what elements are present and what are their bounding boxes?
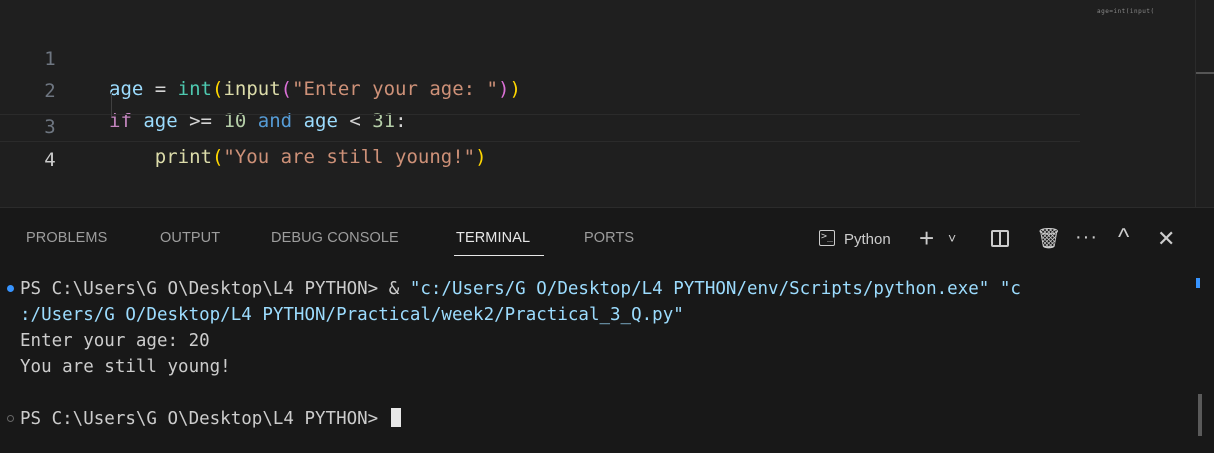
code-text[interactable]: print("You are still young!") [109, 142, 487, 172]
terminal-text: "c:/Users/G O/Desktop/L4 PYTHON/env/Scri… [409, 279, 1021, 299]
terminal-line: PS C:\Users\G O\Desktop\L4 PYTHON> & "c:… [20, 278, 1021, 300]
code-line[interactable]: 1 age = int(input("Enter your age: ")) [0, 14, 1080, 100]
terminal-line: Enter your age: 20 [20, 330, 210, 352]
code-token: ) [475, 146, 487, 168]
code-line[interactable]: 3 print("You are still young!") [0, 82, 1080, 168]
editor-scrollbar[interactable] [1195, 0, 1196, 207]
terminal-text: You are still young! [20, 357, 231, 377]
tab-debug-console[interactable]: DEBUG CONSOLE [271, 230, 399, 246]
trash-icon[interactable]: 🗑 [1036, 226, 1061, 251]
terminal-line: :/Users/G O/Desktop/L4 PYTHON/Practical/… [20, 304, 684, 326]
tab-ports[interactable]: PORTS [584, 230, 634, 246]
more-actions-icon[interactable]: ··· [1075, 226, 1098, 249]
terminal-line: You are still young! [20, 356, 231, 378]
indent-guide [111, 92, 112, 116]
terminal-scrollbar[interactable] [1198, 394, 1202, 436]
terminal-toolbar: >_ Python + ˅ 🗑 ··· ^ ✕ [815, 224, 1205, 258]
terminal-prompt-line[interactable]: PS C:\Users\G O\Desktop\L4 PYTHON> [20, 408, 401, 430]
minimap[interactable]: age=int(input( [1097, 8, 1155, 15]
tab-problems[interactable]: PROBLEMS [26, 230, 107, 246]
maximize-panel-icon[interactable]: ^ [1118, 224, 1129, 252]
line-number: 4 [44, 149, 56, 171]
tab-terminal[interactable]: TERMINAL [456, 230, 530, 246]
code-line-current[interactable]: 4 [0, 114, 1080, 171]
code-token: print [154, 146, 212, 168]
terminal-output[interactable]: PS C:\Users\G O\Desktop\L4 PYTHON> & "c:… [0, 278, 1214, 453]
terminal-cursor [390, 408, 401, 427]
panel-tabs: PROBLEMS OUTPUT DEBUG CONSOLE TERMINAL P… [0, 208, 800, 266]
code-token: "You are still young!" [223, 146, 476, 168]
code-token: ( [211, 146, 224, 168]
terminal-text: Enter your age: 20 [20, 331, 210, 351]
command-success-decoration-icon[interactable] [7, 285, 14, 292]
new-terminal-plus-icon[interactable]: + [919, 225, 934, 251]
terminal-text: PS C:\Users\G O\Desktop\L4 PYTHON> [20, 409, 389, 429]
code-editor[interactable]: 1 age = int(input("Enter your age: ")) 2… [0, 0, 1214, 207]
editor-scrollbar-marker [1196, 72, 1214, 74]
bottom-panel: PROBLEMS OUTPUT DEBUG CONSOLE TERMINAL P… [0, 207, 1214, 453]
tab-output[interactable]: OUTPUT [160, 230, 220, 246]
chevron-down-icon[interactable]: ˅ [948, 230, 956, 246]
close-panel-icon[interactable]: ✕ [1157, 226, 1175, 252]
terminal-text: :/Users/G O/Desktop/L4 PYTHON/Practical/… [20, 305, 684, 325]
split-terminal-icon[interactable] [991, 230, 1009, 247]
active-tab-indicator [454, 255, 544, 256]
terminal-text: PS C:\Users\G O\Desktop\L4 PYTHON> & [20, 279, 410, 299]
command-decoration-icon[interactable] [7, 415, 14, 422]
code-line[interactable]: 2 if age >= 10 and age < 31: [0, 46, 1080, 132]
terminal-scrollbar-marker [1196, 278, 1200, 288]
terminal-name-label[interactable]: Python [844, 231, 891, 248]
terminal-icon[interactable]: >_ [819, 230, 835, 246]
